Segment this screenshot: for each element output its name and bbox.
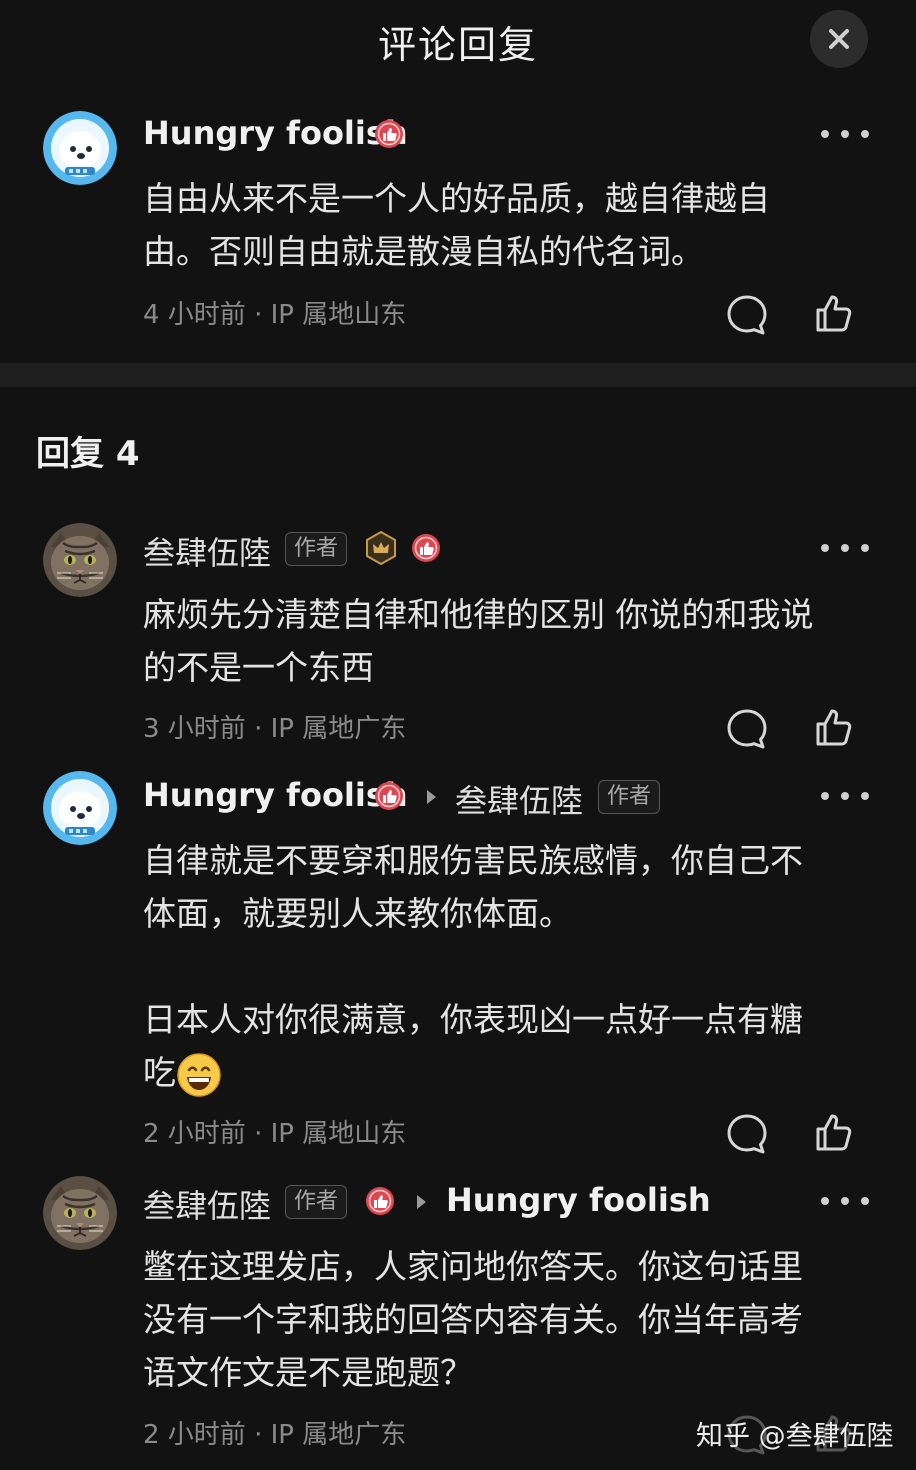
like-badge-icon — [365, 1186, 395, 1216]
username[interactable]: Hungry foolish — [143, 114, 408, 152]
comment-bubble-icon[interactable] — [726, 708, 768, 750]
watermark: 知乎 @叁肆伍陸 — [696, 1421, 894, 1452]
reply-text: 麻烦先分清楚自律和他律的区别 你说的和我说 的不是一个东西 — [143, 595, 814, 687]
author-tag: 作者 — [285, 1185, 348, 1219]
close-button[interactable] — [810, 10, 868, 68]
crown-badge-icon — [363, 530, 399, 566]
more-dots-icon[interactable] — [819, 1195, 871, 1207]
more-dots-icon[interactable] — [819, 128, 871, 140]
username[interactable]: Hungry foolish — [143, 776, 408, 814]
thumbs-up-icon[interactable] — [813, 706, 855, 748]
username[interactable]: 叁肆伍陸 — [143, 1181, 271, 1227]
reply-text: 自律就是不要穿和服伤害民族感情，你自己不 体面，就要别人来教你体面。 日本人对你很满… — [143, 834, 883, 1099]
author-tag: 作者 — [598, 780, 661, 814]
more-dots-icon[interactable] — [819, 542, 871, 554]
username[interactable]: 叁肆伍陸 — [143, 528, 271, 574]
avatar[interactable] — [43, 1176, 117, 1250]
grinning-face-emoji-icon — [176, 1052, 222, 1098]
comment-bubble-icon[interactable] — [726, 294, 768, 336]
page-title: 评论回复 — [377, 23, 538, 67]
reply-text: 鳖在这理发店，人家问地你答天。你这句话里 没有一个字和我的回答内容有关。你当年高考… — [143, 1247, 803, 1392]
section-divider — [0, 363, 916, 387]
reply-arrow-icon — [425, 789, 437, 805]
replies-count: 回复 4 — [36, 434, 140, 474]
avatar[interactable] — [43, 523, 117, 597]
reply-meta: 2 小时前 · IP 属地山东 — [143, 1119, 407, 1149]
avatar[interactable] — [43, 771, 117, 845]
reply-to-username[interactable]: Hungry foolish — [446, 1181, 711, 1219]
thumbs-up-icon[interactable] — [813, 292, 855, 334]
reply-arrow-icon — [415, 1194, 427, 1210]
reply-meta: 2 小时前 · IP 属地广东 — [143, 1420, 407, 1450]
header-bar: 评论回复 — [0, 0, 916, 90]
comment-text: 自由从来不是一个人的好品质，越自律越自 由。否则自由就是散漫自私的代名词。 — [143, 179, 770, 271]
comment-meta: 4 小时前 · IP 属地山东 — [143, 300, 407, 330]
like-badge-icon — [374, 781, 404, 811]
comment-bubble-icon[interactable] — [726, 1113, 768, 1155]
more-dots-icon[interactable] — [819, 790, 871, 802]
like-badge-icon — [374, 119, 404, 149]
reply-to-username[interactable]: 叁肆伍陸 — [455, 776, 583, 822]
like-badge-icon — [411, 533, 441, 563]
avatar[interactable] — [43, 111, 117, 185]
close-icon — [829, 29, 849, 49]
reply-meta: 3 小时前 · IP 属地广东 — [143, 714, 407, 744]
thumbs-up-icon[interactable] — [813, 1111, 855, 1153]
author-tag: 作者 — [285, 532, 348, 566]
